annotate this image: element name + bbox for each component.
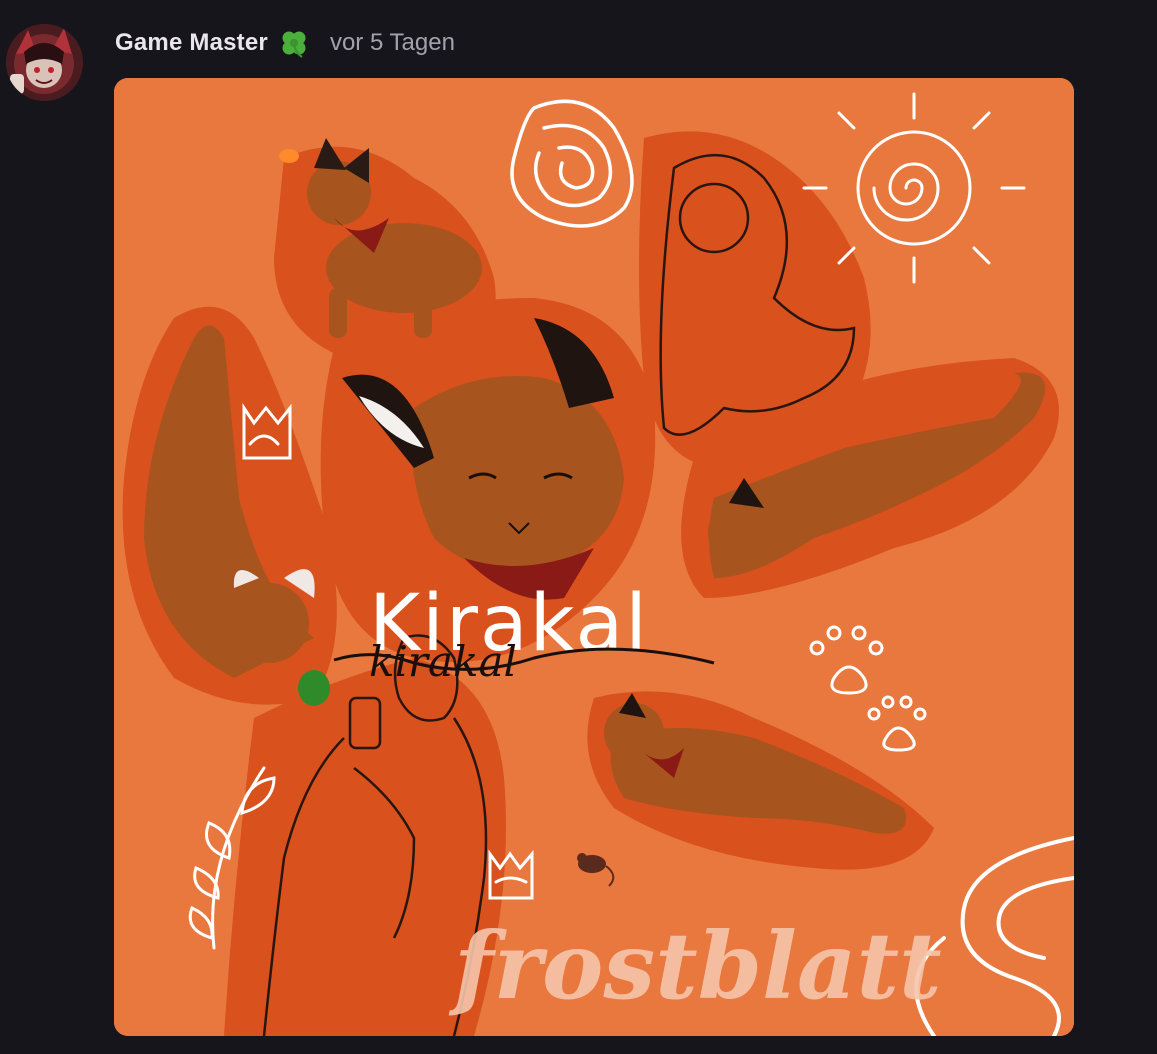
artwork-canvas: Kirakal kirakal frostblatt bbox=[114, 78, 1074, 1036]
four-leaf-clover-icon bbox=[278, 27, 310, 59]
author-name[interactable]: Game Master bbox=[115, 29, 268, 57]
artwork-subtitle: kirakal bbox=[369, 637, 517, 686]
author-avatar[interactable] bbox=[6, 24, 83, 101]
artist-signature: frostblatt bbox=[448, 912, 942, 1020]
post-header: Game Master vor 5 Tagen bbox=[115, 26, 455, 60]
avatar-image bbox=[6, 24, 83, 101]
post-timestamp: vor 5 Tagen bbox=[329, 29, 455, 56]
post-image[interactable]: Kirakal kirakal frostblatt bbox=[114, 78, 1074, 1036]
